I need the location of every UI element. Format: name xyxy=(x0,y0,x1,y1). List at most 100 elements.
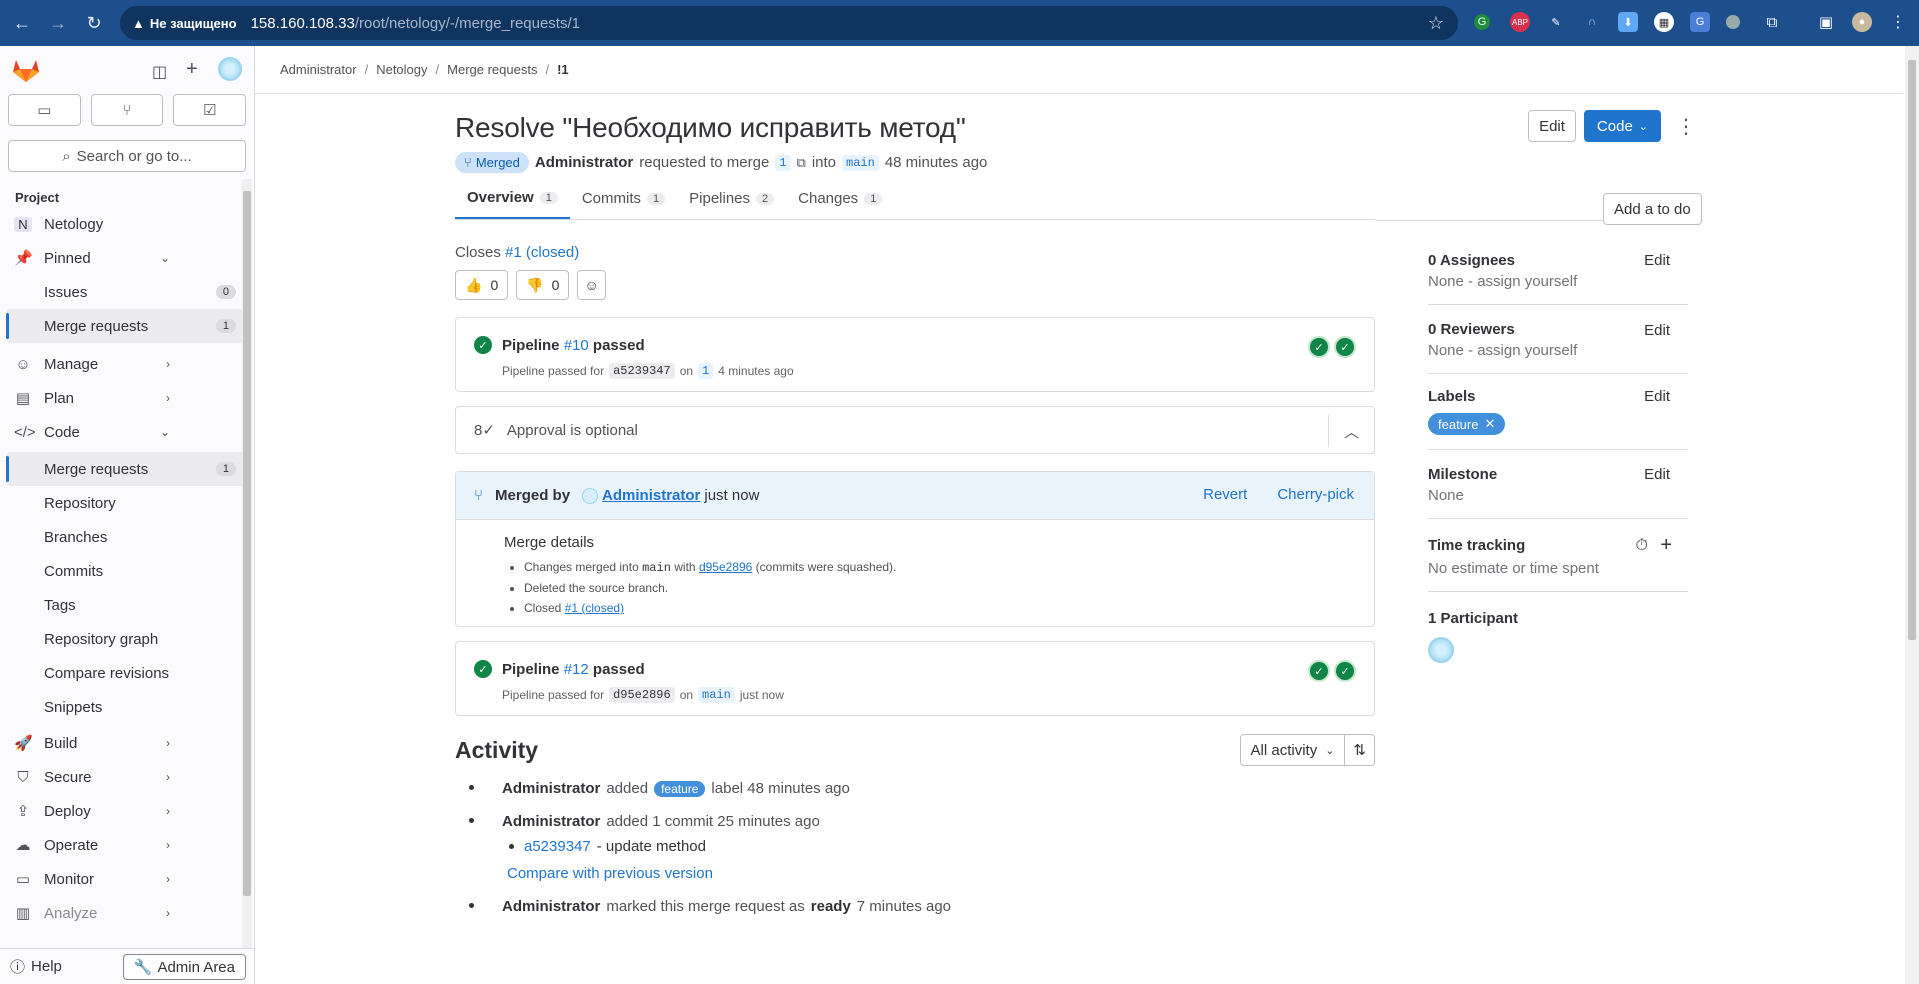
stopwatch-icon[interactable]: ⏱ xyxy=(1636,537,1648,555)
thumbs-up-button[interactable]: 👍 0 xyxy=(455,270,509,300)
extension-circle-icon[interactable] xyxy=(1726,15,1740,29)
menu-kebab-icon[interactable]: ⋮ xyxy=(1888,12,1908,32)
target-branch[interactable]: main xyxy=(842,154,879,171)
pipeline-ref[interactable]: main xyxy=(698,687,735,703)
stage-success-icon[interactable]: ✓ xyxy=(1308,660,1330,682)
sidebar-item-commits[interactable]: Commits xyxy=(0,554,254,588)
breadcrumb-item[interactable]: Administrator xyxy=(280,62,357,77)
breadcrumb-item[interactable]: Netology xyxy=(376,62,427,77)
activity-filter-dropdown[interactable]: All activity ⌄ xyxy=(1239,734,1346,766)
headphones-icon[interactable]: ∩ xyxy=(1582,12,1602,32)
side-panel-icon[interactable]: ▣ xyxy=(1816,12,1836,32)
close-icon[interactable]: ✕ xyxy=(1484,416,1495,432)
sidebar-scroll-thumb[interactable] xyxy=(243,191,251,896)
label-chip[interactable]: feature ✕ xyxy=(1428,413,1506,435)
sort-order-button[interactable]: ⇅ xyxy=(1345,734,1375,766)
sidebar-item-issues[interactable]: Issues 0 xyxy=(6,275,246,309)
extension-box-icon[interactable]: ▦ xyxy=(1654,12,1674,32)
status-success-icon[interactable]: ✓ xyxy=(474,660,492,678)
tab-overview[interactable]: Overview 1 xyxy=(455,178,570,219)
sidebar-item-merge-requests[interactable]: Merge requests 1 xyxy=(6,452,246,486)
revert-button[interactable]: Revert xyxy=(1203,486,1247,503)
stage-success-icon[interactable]: ✓ xyxy=(1334,660,1356,682)
copy-icon[interactable]: ⧉ xyxy=(797,155,806,171)
sidebar-project-netology[interactable]: N Netology xyxy=(0,207,254,241)
pipeline-link[interactable]: #12 xyxy=(564,661,589,678)
sidebar-item-snippets[interactable]: Snippets xyxy=(0,690,254,724)
gitlab-logo-icon[interactable] xyxy=(12,57,40,83)
add-time-icon[interactable]: + xyxy=(1660,534,1672,557)
tab-commits[interactable]: Commits 1 xyxy=(570,178,677,219)
sidebar-item-branches[interactable]: Branches xyxy=(0,520,254,554)
code-dropdown-button[interactable]: Code ⌄ xyxy=(1583,110,1661,142)
bookmark-star-icon[interactable]: ☆ xyxy=(1428,13,1444,34)
sidebar-operate[interactable]: ☁ Operate › xyxy=(0,828,254,862)
todos-button[interactable]: ☑ xyxy=(173,94,247,126)
activity-user[interactable]: Administrator xyxy=(502,898,600,915)
merged-by-user-link[interactable]: Administrator xyxy=(602,487,700,504)
admin-area-button[interactable]: 🔧 Admin Area xyxy=(122,954,246,980)
sidebar-code[interactable]: </> Code ⌄ xyxy=(0,415,254,449)
page-scroll-thumb[interactable] xyxy=(1908,60,1916,640)
translate-icon[interactable]: G xyxy=(1690,12,1710,32)
stage-success-icon[interactable]: ✓ xyxy=(1334,336,1356,358)
sidebar-build[interactable]: 🚀 Build › xyxy=(0,726,254,760)
forward-icon[interactable]: → xyxy=(40,13,76,34)
edit-reviewers-button[interactable]: Edit xyxy=(1644,322,1670,339)
closed-issue-link[interactable]: #1 (closed) xyxy=(505,244,579,261)
insecure-badge[interactable]: ▲ Не защищено xyxy=(132,16,237,31)
address-bar[interactable]: ▲ Не защищено 158.160.108.33/root/netolog… xyxy=(120,6,1458,40)
sidebar-secure[interactable]: ⛉ Secure › xyxy=(0,760,254,794)
pipeline-ref[interactable]: 1 xyxy=(698,363,714,379)
more-actions-icon[interactable]: ⋮ xyxy=(1669,114,1703,139)
commit-sha[interactable]: a5239347 xyxy=(609,363,675,379)
sidebar-item-repository[interactable]: Repository xyxy=(0,486,254,520)
sidebar-item-compare-revisions[interactable]: Compare revisions xyxy=(0,656,254,690)
back-icon[interactable]: ← xyxy=(4,13,40,34)
source-branch[interactable]: 1 xyxy=(775,154,791,171)
edit-labels-button[interactable]: Edit xyxy=(1644,388,1670,405)
closed-issue-link[interactable]: #1 (closed) xyxy=(565,601,624,615)
add-todo-button[interactable]: Add a to do xyxy=(1603,193,1702,225)
activity-user[interactable]: Administrator xyxy=(502,813,600,830)
avatar[interactable] xyxy=(582,487,599,504)
user-avatar[interactable] xyxy=(218,57,242,81)
sidebar-plan[interactable]: ▤ Plan › xyxy=(0,381,254,415)
sidebar-item-repository-graph[interactable]: Repository graph xyxy=(0,622,254,656)
sidebar-analyze[interactable]: ▥ Analyze › xyxy=(0,896,254,930)
edit-assignees-button[interactable]: Edit xyxy=(1644,252,1670,269)
extensions-puzzle-icon[interactable]: ⧉ xyxy=(1762,12,1782,32)
page-scrollbar[interactable] xyxy=(1905,46,1919,984)
assign-yourself-link[interactable]: None - assign yourself xyxy=(1428,273,1688,290)
pipeline-link[interactable]: #10 xyxy=(564,337,589,354)
commit-link[interactable]: d95e2896 xyxy=(699,560,752,574)
issues-button[interactable]: ▭ xyxy=(8,94,81,126)
adblock-icon[interactable]: ABP xyxy=(1510,12,1530,32)
tab-pipelines[interactable]: Pipelines 2 xyxy=(677,178,786,219)
commit-sha[interactable]: d95e2896 xyxy=(609,687,675,703)
reload-icon[interactable]: ↻ xyxy=(76,13,112,34)
profile-avatar-icon[interactable]: ● xyxy=(1852,12,1872,32)
cherry-pick-button[interactable]: Cherry-pick xyxy=(1277,486,1354,503)
thumbs-down-button[interactable]: 👎 0 xyxy=(516,270,570,300)
edit-button[interactable]: Edit xyxy=(1528,110,1576,142)
toggle-sidebar-icon[interactable]: ◫ xyxy=(152,62,167,82)
sidebar-item-tags[interactable]: Tags xyxy=(0,588,254,622)
merge-requests-button[interactable]: ⑂ xyxy=(90,94,164,126)
assign-yourself-link[interactable]: None - assign yourself xyxy=(1428,342,1688,359)
commit-link[interactable]: a5239347 xyxy=(524,838,591,855)
avatar[interactable] xyxy=(1428,637,1454,663)
mr-author[interactable]: Administrator xyxy=(535,154,633,171)
status-success-icon[interactable]: ✓ xyxy=(474,336,492,354)
compare-versions-link[interactable]: Compare with previous version xyxy=(507,865,1375,882)
sidebar-deploy[interactable]: ⇪ Deploy › xyxy=(0,794,254,828)
chevron-up-icon[interactable]: ︿ xyxy=(1328,415,1374,447)
activity-user[interactable]: Administrator xyxy=(502,780,600,797)
breadcrumb-item[interactable]: Merge requests xyxy=(447,62,537,77)
download-icon[interactable]: ⬇ xyxy=(1618,12,1638,32)
edit-milestone-button[interactable]: Edit xyxy=(1644,466,1670,483)
dropper-icon[interactable]: ✎ xyxy=(1546,12,1566,32)
help-button[interactable]: ⓘ Help xyxy=(10,956,62,977)
breadcrumb-current[interactable]: !1 xyxy=(557,62,569,77)
extension-g-icon[interactable]: G xyxy=(1474,14,1490,30)
